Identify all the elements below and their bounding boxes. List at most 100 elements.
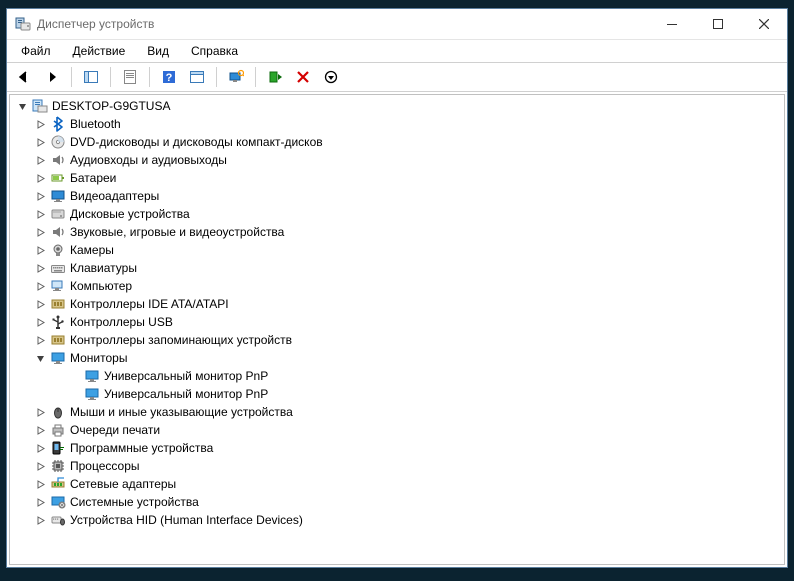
cpu-icon (50, 458, 66, 474)
expand-icon[interactable] (32, 116, 48, 132)
collapse-icon[interactable] (14, 98, 30, 114)
menu-file[interactable]: Файл (11, 42, 61, 60)
tree-pane-icon (83, 69, 99, 85)
disable-icon (323, 69, 339, 85)
category-node[interactable]: Дисковые устройства (10, 205, 784, 223)
node-label: Системные устройства (70, 493, 207, 511)
expand-icon[interactable] (32, 332, 48, 348)
expand-icon[interactable] (32, 152, 48, 168)
category-node[interactable]: Контроллеры запоминающих устройств (10, 331, 784, 349)
expand-icon[interactable] (32, 188, 48, 204)
expand-icon[interactable] (32, 170, 48, 186)
toolbar-help[interactable]: ? (156, 64, 182, 90)
titlebar: Диспетчер устройств (7, 9, 787, 40)
menu-help[interactable]: Справка (181, 42, 248, 60)
battery-icon (50, 170, 66, 186)
expand-icon[interactable] (32, 242, 48, 258)
expand-icon[interactable] (32, 314, 48, 330)
expander-placeholder (66, 368, 82, 384)
arrow-right-icon (44, 69, 60, 85)
expand-icon[interactable] (32, 422, 48, 438)
expand-icon[interactable] (32, 134, 48, 150)
menu-action[interactable]: Действие (63, 42, 136, 60)
category-node[interactable]: Мыши и иные указывающие устройства (10, 403, 784, 421)
category-node[interactable]: Процессоры (10, 457, 784, 475)
expand-icon[interactable] (32, 296, 48, 312)
toolbar: ? (7, 62, 787, 92)
node-label: Процессоры (70, 457, 148, 475)
software-icon (50, 440, 66, 456)
disc-icon (50, 134, 66, 150)
category-node[interactable]: Звуковые, игровые и видеоустройства (10, 223, 784, 241)
printer-icon (50, 422, 66, 438)
collapse-icon[interactable] (32, 350, 48, 366)
category-node[interactable]: Контроллеры USB (10, 313, 784, 331)
toolbar-show-hide-tree[interactable] (78, 64, 104, 90)
category-node[interactable]: Контроллеры IDE ATA/ATAPI (10, 295, 784, 313)
hid-icon (50, 512, 66, 528)
root-icon (32, 98, 48, 114)
svg-text:?: ? (166, 72, 173, 84)
expand-icon[interactable] (32, 260, 48, 276)
close-button[interactable] (741, 9, 787, 39)
category-node[interactable]: Компьютер (10, 277, 784, 295)
arrow-left-icon (16, 69, 32, 85)
category-node[interactable]: Клавиатуры (10, 259, 784, 277)
node-label: Аудиовходы и аудиовыходы (70, 151, 235, 169)
node-label: Контроллеры USB (70, 313, 181, 331)
toolbar-uninstall[interactable] (290, 64, 316, 90)
node-label: DESKTOP-G9GTUSA (52, 97, 178, 115)
expand-icon[interactable] (32, 512, 48, 528)
category-node[interactable]: Программные устройства (10, 439, 784, 457)
keyboard-icon (50, 260, 66, 276)
expand-icon[interactable] (32, 224, 48, 240)
expand-icon[interactable] (32, 440, 48, 456)
device-node[interactable]: Универсальный монитор PnP (10, 367, 784, 385)
toolbar-forward[interactable] (39, 64, 65, 90)
node-label: Сетевые адаптеры (70, 475, 184, 493)
toolbar-scan-hardware[interactable] (223, 64, 249, 90)
toolbar-action-toggle[interactable] (184, 64, 210, 90)
expand-icon[interactable] (32, 494, 48, 510)
node-label: Мониторы (70, 349, 135, 367)
expand-icon[interactable] (32, 458, 48, 474)
toolbar-separator (216, 67, 217, 87)
bluetooth-icon (50, 116, 66, 132)
monitor-icon (84, 368, 100, 384)
toolbar-properties[interactable] (117, 64, 143, 90)
network-icon (50, 476, 66, 492)
window-title: Диспетчер устройств (37, 17, 154, 31)
category-node[interactable]: Устройства HID (Human Interface Devices) (10, 511, 784, 529)
minimize-button[interactable] (649, 9, 695, 39)
expand-icon[interactable] (32, 476, 48, 492)
category-node[interactable]: DVD-дисководы и дисководы компакт-дисков (10, 133, 784, 151)
expand-icon[interactable] (32, 278, 48, 294)
node-label: Контроллеры IDE ATA/ATAPI (70, 295, 237, 313)
category-node[interactable]: Аудиовходы и аудиовыходы (10, 151, 784, 169)
category-node[interactable]: Батареи (10, 169, 784, 187)
expand-icon[interactable] (32, 206, 48, 222)
device-manager-window: Диспетчер устройств Файл Действие Вид Сп… (6, 8, 788, 568)
properties-icon (122, 69, 138, 85)
category-node[interactable]: Сетевые адаптеры (10, 475, 784, 493)
device-tree[interactable]: DESKTOP-G9GTUSABluetoothDVD-дисководы и … (9, 94, 785, 565)
help-icon: ? (161, 69, 177, 85)
category-node[interactable]: DESKTOP-G9GTUSA (10, 97, 784, 115)
category-node[interactable]: Видеоадаптеры (10, 187, 784, 205)
menu-view[interactable]: Вид (137, 42, 179, 60)
toolbar-update-driver[interactable] (262, 64, 288, 90)
category-node[interactable]: Системные устройства (10, 493, 784, 511)
category-node[interactable]: Bluetooth (10, 115, 784, 133)
toolbar-back[interactable] (11, 64, 37, 90)
toolbar-disable[interactable] (318, 64, 344, 90)
category-node[interactable]: Мониторы (10, 349, 784, 367)
expand-icon[interactable] (32, 404, 48, 420)
drive-icon (50, 206, 66, 222)
category-node[interactable]: Очереди печати (10, 421, 784, 439)
category-node[interactable]: Камеры (10, 241, 784, 259)
maximize-button[interactable] (695, 9, 741, 39)
system-icon (50, 494, 66, 510)
device-node[interactable]: Универсальный монитор PnP (10, 385, 784, 403)
app-icon (15, 16, 31, 32)
node-label: Устройства HID (Human Interface Devices) (70, 511, 311, 529)
